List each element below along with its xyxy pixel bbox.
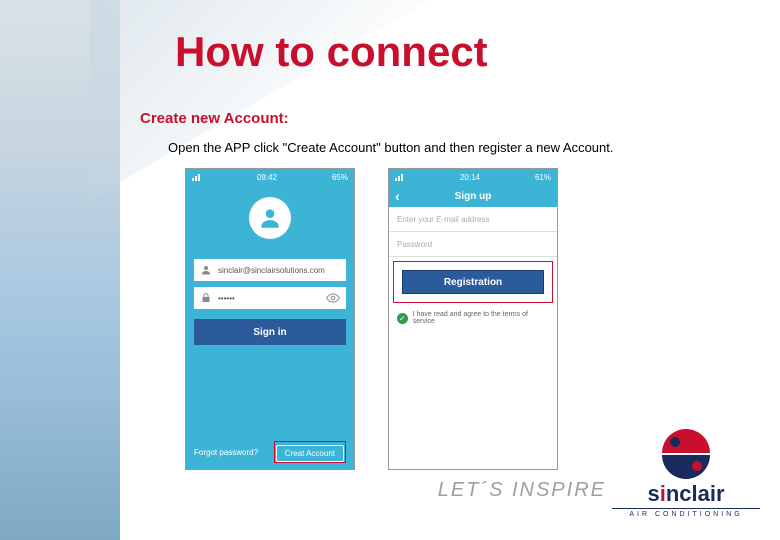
user-icon <box>200 264 212 276</box>
highlight-box: Registration <box>393 261 553 303</box>
email-input[interactable]: Enter your E-mail address <box>389 207 557 232</box>
create-account-button[interactable]: Creat Account <box>276 445 344 462</box>
signup-title: Sign up <box>455 191 492 202</box>
signal-icon <box>395 173 405 181</box>
avatar-icon <box>249 197 291 239</box>
password-field[interactable]: •••••• <box>194 287 346 309</box>
status-time: 20:14 <box>460 173 480 182</box>
status-bar: 09:42 65% <box>186 169 354 185</box>
tagline: LET´S INSPIRE <box>438 479 606 502</box>
terms-row[interactable]: ✓ I have read and agree to the terms of … <box>389 307 557 329</box>
slide-title: How to connect <box>175 28 488 76</box>
password-value: •••••• <box>218 294 320 303</box>
highlight-box: Creat Account <box>274 441 346 463</box>
status-battery: 65% <box>332 173 348 182</box>
email-value: sinclair@sinclairsolutions.com <box>218 266 340 275</box>
brand-logo: sinclair AIR CONDITIONING <box>612 429 760 518</box>
signal-icon <box>192 173 202 181</box>
signin-body: sinclair@sinclairsolutions.com •••••• Si… <box>186 185 354 469</box>
signup-header: ‹ Sign up <box>389 185 557 207</box>
back-icon[interactable]: ‹ <box>395 188 400 204</box>
screenshot-signup: 20:14 61% ‹ Sign up Enter your E-mail ad… <box>388 168 558 470</box>
registration-button[interactable]: Registration <box>402 270 544 294</box>
avatar-wrap <box>186 185 354 239</box>
swirl-icon <box>661 429 711 479</box>
terms-label: I have read and agree to the terms of se… <box>413 311 549 325</box>
brand-subtitle: AIR CONDITIONING <box>612 508 760 518</box>
forgot-password-link[interactable]: Forgot password? <box>194 448 258 457</box>
email-field[interactable]: sinclair@sinclairsolutions.com <box>194 259 346 281</box>
section-heading: Create new Account: <box>140 110 289 127</box>
brand-name: sinclair <box>612 481 760 507</box>
password-input[interactable]: Password <box>389 232 557 257</box>
eye-icon[interactable] <box>326 293 340 303</box>
signin-button[interactable]: Sign in <box>194 319 346 345</box>
status-battery: 61% <box>535 173 551 182</box>
check-icon: ✓ <box>397 313 408 324</box>
screenshot-signin: 09:42 65% sinclair@sinclairsolutions.com… <box>185 168 355 470</box>
instruction-text: Open the APP click "Create Account" butt… <box>168 140 614 155</box>
status-time: 09:42 <box>257 173 277 182</box>
status-bar: 20:14 61% <box>389 169 557 185</box>
signup-body: ‹ Sign up Enter your E-mail address Pass… <box>389 185 557 469</box>
lock-icon <box>200 292 212 304</box>
